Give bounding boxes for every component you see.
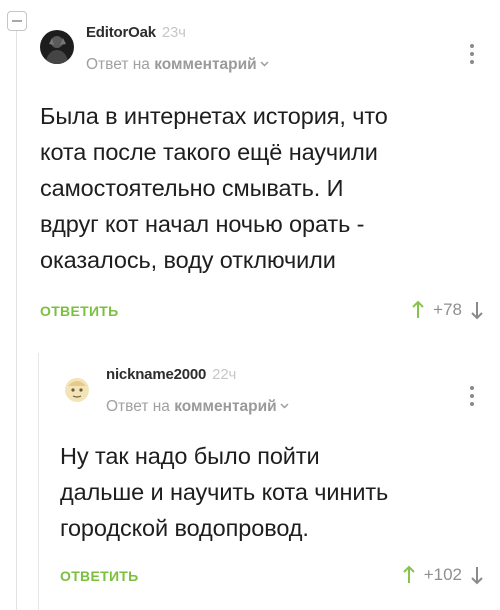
rating-block: +102 xyxy=(402,565,484,585)
reply-to-link[interactable]: Ответ на комментарий xyxy=(106,398,289,416)
avatar-image xyxy=(60,372,94,406)
downvote-arrow-icon[interactable] xyxy=(470,565,484,585)
reply-button[interactable]: ОТВЕТИТЬ xyxy=(60,568,139,584)
chevron-down-icon xyxy=(280,400,289,412)
avatar-image xyxy=(40,30,74,64)
more-options-icon[interactable] xyxy=(470,386,474,406)
reply-to-keyword[interactable]: комментарий xyxy=(174,398,276,415)
rating-block: +78 xyxy=(411,300,484,320)
username[interactable]: EditorOak 23ч xyxy=(86,24,186,41)
downvote-arrow-icon[interactable] xyxy=(470,300,484,320)
username-text[interactable]: EditorOak xyxy=(86,24,156,41)
upvote-arrow-icon[interactable] xyxy=(402,565,416,585)
comment-text: Ну так надо было пойти дальше и научить … xyxy=(60,443,389,541)
avatar[interactable] xyxy=(60,372,94,406)
avatar[interactable] xyxy=(40,30,74,64)
thread-line-nested xyxy=(38,353,39,610)
reply-to-keyword[interactable]: комментарий xyxy=(154,56,256,73)
username-text[interactable]: nickname2000 xyxy=(106,366,206,383)
reply-to-link[interactable]: Ответ на комментарий xyxy=(86,56,269,74)
rating-score: +102 xyxy=(423,565,462,584)
chevron-down-icon xyxy=(260,58,269,70)
timestamp: 23ч xyxy=(161,24,186,41)
more-options-icon[interactable] xyxy=(470,44,474,64)
thread-line xyxy=(16,31,17,610)
collapse-thread-button[interactable] xyxy=(7,11,27,31)
comment-text: Была в интернетах история, что кота посл… xyxy=(40,103,388,273)
reply-button[interactable]: ОТВЕТИТЬ xyxy=(40,303,119,319)
upvote-arrow-icon[interactable] xyxy=(411,300,425,320)
reply-to-prefix: Ответ на xyxy=(106,398,175,415)
rating-score: +78 xyxy=(433,300,462,319)
timestamp: 22ч xyxy=(212,366,237,383)
username[interactable]: nickname2000 22ч xyxy=(106,366,236,383)
reply-to-prefix: Ответ на xyxy=(86,56,155,73)
